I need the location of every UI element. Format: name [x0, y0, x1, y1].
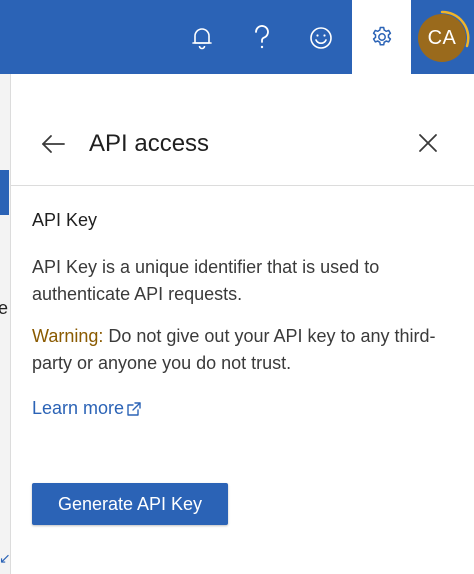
learn-more-link[interactable]: Learn more — [32, 398, 142, 419]
gear-icon — [372, 26, 391, 46]
feedback-button[interactable] — [304, 21, 338, 55]
section-title: API Key — [32, 210, 98, 230]
warning-label: Warning: — [32, 326, 104, 346]
top-header-bar: CA — [0, 0, 474, 74]
panel-title: API access — [89, 130, 210, 157]
background-text: e — [0, 298, 9, 318]
back-arrow-icon — [42, 135, 65, 153]
settings-button[interactable] — [352, 0, 411, 74]
generate-api-key-button[interactable]: Generate API Key — [32, 483, 228, 525]
learn-more-label: Learn more — [32, 398, 125, 418]
background-tab — [0, 170, 9, 215]
smile-icon — [310, 27, 332, 49]
external-link-icon — [127, 401, 141, 416]
help-button[interactable] — [245, 21, 279, 55]
question-icon — [255, 25, 269, 49]
close-icon — [419, 134, 437, 152]
notifications-button[interactable] — [185, 21, 219, 55]
api-access-panel: API access API Key API Key is a unique i… — [10, 74, 474, 574]
warning-message: Warning: Do not give out your API key to… — [32, 323, 452, 377]
api-key-description: API Key is a unique identifier that is u… — [32, 257, 380, 304]
background-page: e ↙ — [0, 74, 10, 574]
close-button[interactable] — [416, 131, 440, 155]
bell-icon — [192, 28, 212, 50]
panel-header: API access — [11, 74, 474, 186]
back-button[interactable] — [39, 130, 67, 158]
avatar[interactable]: CA — [418, 14, 466, 62]
background-link-icon: ↙ — [0, 550, 10, 566]
